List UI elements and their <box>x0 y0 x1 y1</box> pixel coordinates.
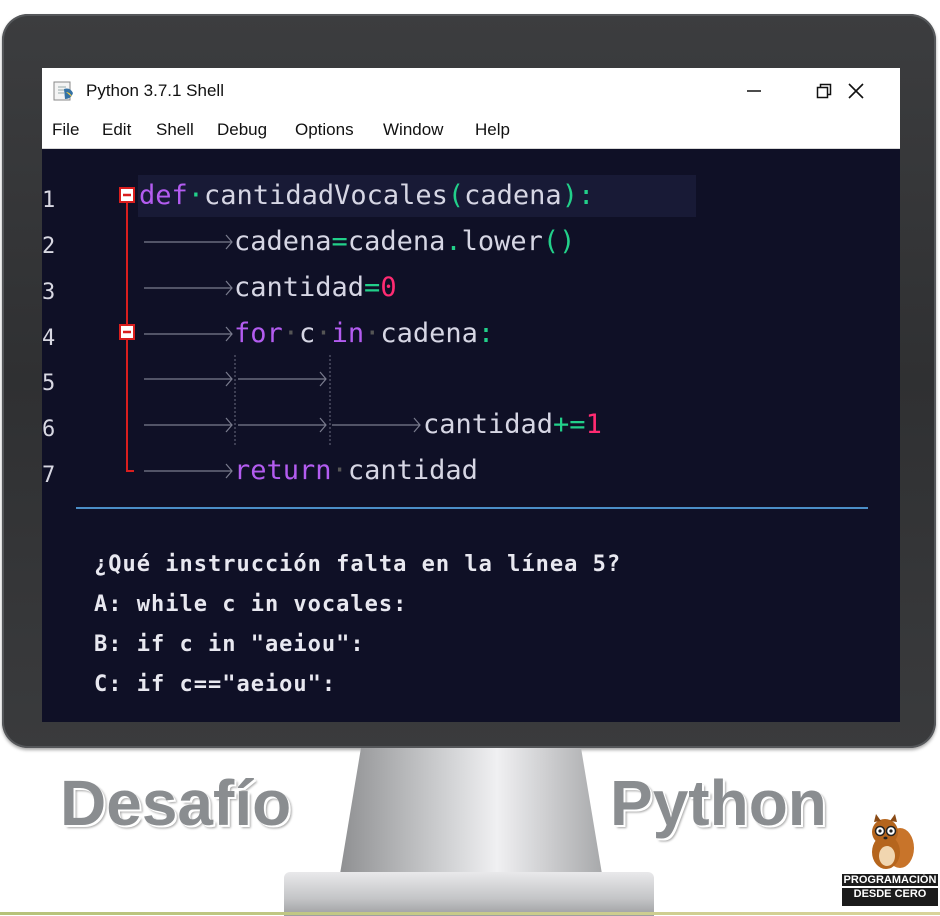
logo-text-line2: DESDE CERO <box>842 888 938 906</box>
logo-text-line1: PROGRAMACIÓN <box>842 874 938 886</box>
code-editor[interactable]: 1 2 3 4 5 6 7 def·cantidadVocales(cadena… <box>42 149 900 722</box>
close-icon <box>848 83 864 99</box>
line-number: 4 <box>42 326 56 351</box>
line-number: 6 <box>42 417 56 442</box>
code-line-3: cantidad=0 <box>234 272 397 303</box>
line-number: 1 <box>42 188 56 213</box>
banner-left-word: Desafío <box>60 767 292 839</box>
line-number: 5 <box>42 371 56 396</box>
window-title: Python 3.7.1 Shell <box>86 81 224 100</box>
option-c: C: if c=="aeiou": <box>94 672 337 697</box>
menu-options[interactable]: Options <box>295 120 354 140</box>
code-line-2: cadena=cadena.lower() <box>234 226 576 257</box>
code-line-1: def·cantidadVocales(cadena): <box>139 180 595 211</box>
brand-logo: PROGRAMACIÓN DESDE CERO <box>842 812 938 912</box>
monitor-stand-neck <box>340 748 602 874</box>
bottom-accent-line <box>0 912 940 915</box>
menu-debug[interactable]: Debug <box>217 120 267 140</box>
menu-file[interactable]: File <box>52 120 79 140</box>
banner-right-word: Python <box>610 767 827 839</box>
menu-window[interactable]: Window <box>383 120 443 140</box>
monitor-frame: Python 3.7.1 Shell File Edit Shell Debug… <box>2 14 936 748</box>
option-a: A: while c in vocales: <box>94 592 408 617</box>
keyword: def <box>139 180 188 211</box>
squirrel-mascot-icon <box>872 814 914 869</box>
line-number: 7 <box>42 463 56 488</box>
function-name: cantidadVocales <box>204 180 448 211</box>
restore-icon <box>816 83 832 99</box>
code-line-7: return·cantidad <box>234 455 478 486</box>
menu-edit[interactable]: Edit <box>102 120 131 140</box>
code-line-4: for·c·in·cadena: <box>234 318 495 349</box>
minimize-icon <box>747 90 761 92</box>
close-button[interactable] <box>832 74 880 108</box>
question-prompt: ¿Qué instrucción falta en la línea 5? <box>94 552 622 577</box>
python-icon <box>53 81 73 101</box>
option-b: B: if c in "aeiou": <box>94 632 365 657</box>
menu-bar: File Edit Shell Debug Options Window Hel… <box>42 112 900 149</box>
menu-shell[interactable]: Shell <box>156 120 194 140</box>
menu-help[interactable]: Help <box>475 120 510 140</box>
minimize-button[interactable] <box>730 74 778 108</box>
parameter: cadena <box>464 180 562 211</box>
line-number: 2 <box>42 234 56 259</box>
title-bar: Python 3.7.1 Shell <box>42 68 900 112</box>
code-line-6: cantidad+=1 <box>423 409 602 440</box>
monitor-stand-base <box>284 872 654 916</box>
separator-line <box>76 507 868 509</box>
python-shell-window: Python 3.7.1 Shell File Edit Shell Debug… <box>42 68 900 722</box>
line-number: 3 <box>42 280 56 305</box>
